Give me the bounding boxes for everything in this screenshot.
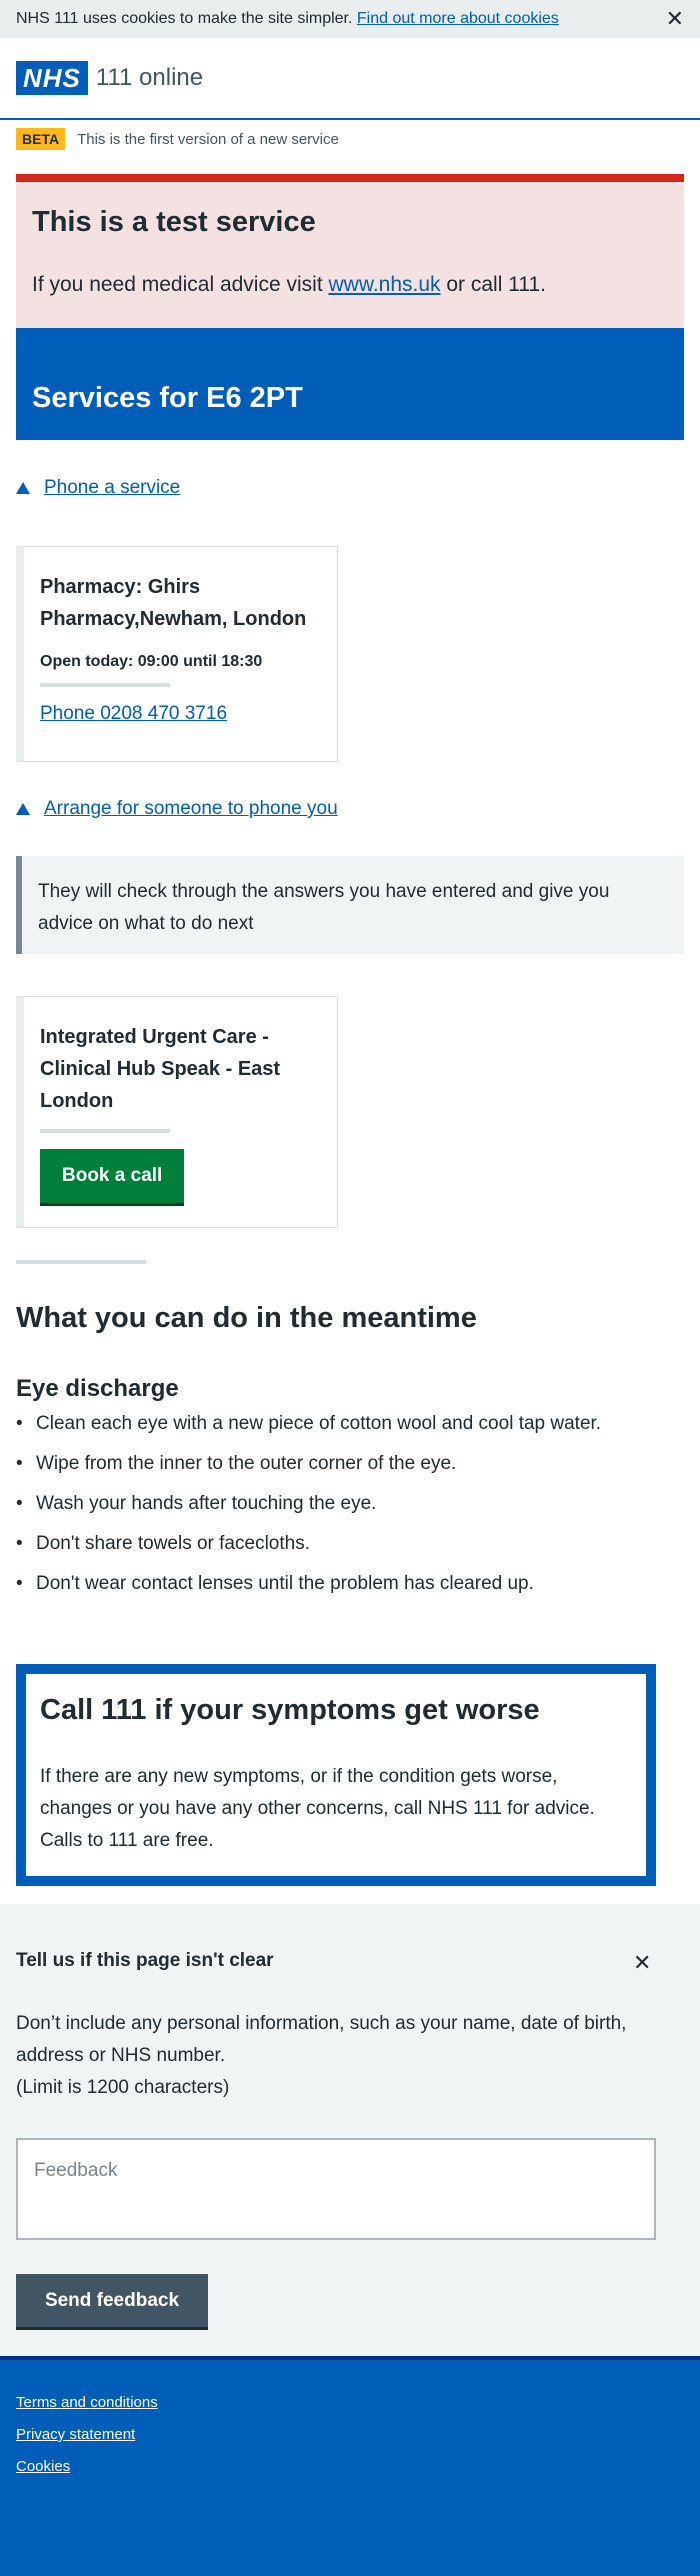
footer-link-privacy[interactable]: Privacy statement <box>16 2426 135 2443</box>
test-notice-text: If you need medical advice visit www.nhs… <box>32 273 668 297</box>
phone-service-link[interactable]: Phone a service <box>44 477 180 499</box>
feedback-panel: Tell us if this page isn't clear ✕ Don’t… <box>0 1904 700 2356</box>
test-notice-suffix: or call 111. <box>440 273 546 296</box>
cookie-info-link[interactable]: Find out more about cookies <box>357 10 559 27</box>
section-divider <box>16 1260 146 1264</box>
nhs-uk-link[interactable]: www.nhs.uk <box>328 273 440 296</box>
triangle-up-icon <box>16 482 30 494</box>
care-card-text: If there are any new symptoms, or if the… <box>40 1766 595 1851</box>
test-service-notice: This is a test service If you need medic… <box>16 174 684 328</box>
callback-link[interactable]: Arrange for someone to phone you <box>44 798 338 820</box>
eye-discharge-title: Eye discharge <box>16 1375 179 1402</box>
care-card-title: Call 111 if your symptoms get worse <box>40 1694 540 1726</box>
send-feedback-button[interactable]: Send feedback <box>16 2274 208 2330</box>
site-footer: Terms and conditions Privacy statement C… <box>0 2356 700 2576</box>
advice-list: Clean each eye with a new piece of cotto… <box>16 1408 656 1608</box>
test-notice-prefix: If you need medical advice visit <box>32 273 329 296</box>
list-item: Don't share towels or facecloths. <box>16 1528 656 1560</box>
footer-link-cookies[interactable]: Cookies <box>16 2458 70 2475</box>
clinical-hub-card: Integrated Urgent Care - Clinical Hub Sp… <box>16 996 338 1228</box>
card-divider <box>40 683 170 687</box>
care-card: Call 111 if your symptoms get worse If t… <box>16 1664 656 1886</box>
cookie-banner: NHS 111 uses cookies to make the site si… <box>0 0 700 38</box>
service-name[interactable]: 111 online <box>96 64 203 92</box>
opening-hours: Open today: 09:00 until 18:30 <box>40 653 263 670</box>
services-banner: Services for E6 2PT <box>16 328 684 440</box>
pharmacy-name: Pharmacy: Ghirs Pharmacy,Newham, London <box>40 576 307 630</box>
book-call-button[interactable]: Book a call <box>40 1149 185 1206</box>
pharmacy-card: Pharmacy: Ghirs Pharmacy,Newham, London … <box>16 546 338 762</box>
feedback-input[interactable] <box>16 2138 656 2240</box>
feedback-title: Tell us if this page isn't clear <box>16 1950 274 1971</box>
close-icon[interactable]: ✕ <box>633 1950 651 1976</box>
beta-banner: BETA This is the first version of a new … <box>16 128 339 150</box>
close-icon[interactable]: ✕ <box>666 6 684 32</box>
site-header: NHS 111 online <box>0 38 700 120</box>
pharmacy-phone-link[interactable]: Phone 0208 470 3716 <box>40 703 227 724</box>
list-item: Clean each eye with a new piece of cotto… <box>16 1408 656 1440</box>
list-item: Wipe from the inner to the outer corner … <box>16 1448 656 1480</box>
cookie-text: NHS 111 uses cookies to make the site si… <box>16 10 353 27</box>
triangle-up-icon <box>16 803 30 815</box>
list-item: Don't wear contact lenses until the prob… <box>16 1568 656 1600</box>
phone-service-toggle[interactable]: Phone a service <box>16 477 180 499</box>
feedback-limit-note: (Limit is 1200 characters) <box>16 2077 230 2098</box>
cookie-message: NHS 111 uses cookies to make the site si… <box>16 10 666 28</box>
beta-text: This is the first version of a new servi… <box>77 130 339 148</box>
list-item: Wash your hands after touching the eye. <box>16 1488 656 1520</box>
callback-toggle[interactable]: Arrange for someone to phone you <box>16 798 338 820</box>
footer-link-terms[interactable]: Terms and conditions <box>16 2394 158 2411</box>
clinical-hub-name: Integrated Urgent Care - Clinical Hub Sp… <box>40 1026 281 1112</box>
feedback-instructions: Don’t include any personal information, … <box>16 2008 656 2104</box>
card-divider <box>40 1129 170 1133</box>
nhs-logo[interactable]: NHS <box>16 61 88 95</box>
feedback-privacy-note: Don’t include any personal information, … <box>16 2013 627 2066</box>
test-notice-title: This is a test service <box>32 206 316 238</box>
beta-tag: BETA <box>16 128 66 150</box>
callback-inset-text: They will check through the answers you … <box>16 856 684 954</box>
meantime-title: What you can do in the meantime <box>16 1302 477 1334</box>
